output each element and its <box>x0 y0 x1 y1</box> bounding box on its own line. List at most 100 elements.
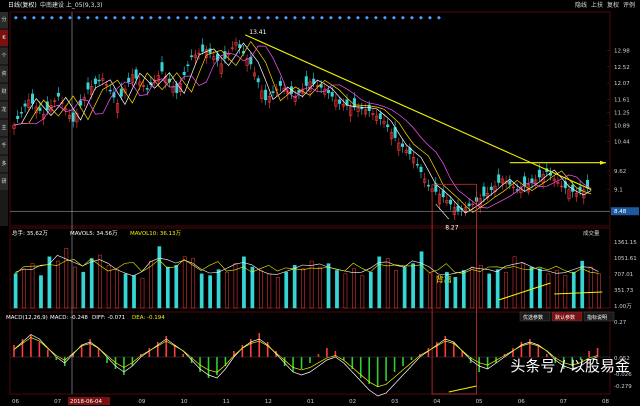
candle-body <box>467 203 471 207</box>
volume-tick-label: 1361.15 <box>614 240 637 246</box>
volume-bar <box>216 269 221 309</box>
volume-bar <box>419 251 424 309</box>
top-marker: ◆ <box>158 15 162 21</box>
chart-svg: ◆ ◆ ◆ ◆ ◆ ◆ ◆ ◆ ◆ ◆ ◆ ◆ ◆ ◆ ◆ ◆ ◆ ◆ ◆ ◆ ◆ ◆ ◆ ◆ ◆ ◆ ◆ ◆ ◆ ◆ ◆ ◆ ◆ ◆ ◆ ◆ ◆ ◆ ◆ ◆… <box>6 11 639 405</box>
volume-bar <box>174 265 179 309</box>
volume-bar <box>106 265 111 309</box>
volume-bar <box>360 275 365 309</box>
macd-divergence-arrow <box>448 385 477 393</box>
top-marker: ◆ <box>239 15 243 21</box>
date-label: 07 <box>54 399 61 405</box>
candle-body <box>208 48 212 54</box>
volume-bar <box>13 273 18 309</box>
volume-bar <box>275 277 280 309</box>
volume-bar <box>30 263 35 309</box>
top-marker: ◆ <box>311 15 315 21</box>
top-marker: ◆ <box>266 15 270 21</box>
macd-button-1: 默认参数 <box>555 314 575 321</box>
candle-body <box>338 99 342 104</box>
ma-line-white <box>13 42 592 214</box>
top-marker: ◆ <box>68 15 72 21</box>
volume-bar <box>225 271 229 309</box>
volume-bar <box>318 266 322 309</box>
top-marker: ◆ <box>176 15 180 21</box>
main-panel-border <box>9 11 611 227</box>
volume-bar <box>267 273 272 309</box>
price-tick-label: 10.89 <box>614 123 630 129</box>
volume-bar <box>250 266 255 309</box>
top-marker: ◆ <box>257 15 261 21</box>
candle-body <box>79 100 83 106</box>
volume-tick-label: 707.01 <box>614 272 633 278</box>
candle-body <box>56 92 60 97</box>
price-tick-label: 12.52 <box>614 65 630 71</box>
macd-button-2: 指标说明 <box>587 314 607 321</box>
top-marker: ◆ <box>329 15 333 21</box>
volume-bar <box>292 265 297 309</box>
candle-body <box>441 190 445 198</box>
top-marker: ◆ <box>230 15 234 21</box>
volume-arrow-line-2 <box>554 291 603 295</box>
price-tick-label: 9.1 <box>614 188 623 194</box>
ma-line-yellow <box>13 40 592 213</box>
date-label: 11 <box>223 399 230 405</box>
volume-bar <box>571 271 576 309</box>
candle-body <box>419 166 423 173</box>
volume-bar <box>64 248 69 309</box>
candle-body <box>93 78 97 84</box>
volume-bar <box>335 270 339 309</box>
top-marker: ◆ <box>284 15 288 21</box>
volume-tick-label: 1.00万 <box>614 303 632 310</box>
macd-tick-label: -0.279 <box>614 384 632 390</box>
top-marker: ◆ <box>23 15 27 21</box>
price-tick-label: 10.44 <box>614 140 630 146</box>
volume-tick-label: 351.73 <box>614 288 634 294</box>
top-marker: ◆ <box>302 15 306 21</box>
volume-bar <box>580 260 585 309</box>
top-marker: ◆ <box>149 15 153 21</box>
candle-body <box>352 98 356 108</box>
top-marker: ◆ <box>140 15 144 21</box>
volume-bar <box>521 263 525 309</box>
candle-body <box>71 112 75 122</box>
candle-body <box>482 186 486 197</box>
top-marker: ◆ <box>410 15 414 21</box>
top-marker: ◆ <box>14 15 18 21</box>
date-label: 06 <box>12 399 19 405</box>
top-marker: ◆ <box>50 15 54 21</box>
candle-body <box>508 180 512 185</box>
volume-bar <box>123 273 128 309</box>
resistance-arrowhead <box>600 160 606 165</box>
top-marker: ◆ <box>221 15 225 21</box>
macd-panel-border <box>9 311 611 395</box>
volume-button: 成交量 <box>583 229 600 237</box>
candle-body <box>415 164 419 166</box>
top-marker: ◆ <box>59 15 63 21</box>
candle-body <box>326 90 330 93</box>
candle-body <box>182 71 186 76</box>
volume-tick-label: 1051.61 <box>614 256 637 262</box>
high-label: 13.41 <box>249 29 266 36</box>
volume-bar <box>89 258 94 309</box>
top-marker: ◆ <box>365 15 369 21</box>
volume-bar <box>259 270 263 309</box>
price-tick-label: 12.98 <box>614 48 630 54</box>
volume-bar <box>140 277 145 309</box>
candle-body <box>271 91 275 93</box>
volume-bar <box>597 273 601 309</box>
volume-bar <box>343 273 348 309</box>
volume-bar <box>588 266 593 309</box>
date-label: 12 <box>265 399 272 405</box>
volume-bar <box>199 273 204 309</box>
candle-body <box>97 79 101 82</box>
candle-body <box>530 178 534 183</box>
top-marker: ◆ <box>104 15 108 21</box>
top-marker: ◆ <box>392 15 396 21</box>
top-marker: ◆ <box>293 15 297 21</box>
volume-bar <box>233 263 238 309</box>
price-tick-label: 12.07 <box>614 81 630 87</box>
volume-bar <box>555 270 559 309</box>
candle-body <box>386 124 390 128</box>
macd-label: MACD(12,26,9) <box>6 315 48 321</box>
volume-bar <box>428 273 432 309</box>
